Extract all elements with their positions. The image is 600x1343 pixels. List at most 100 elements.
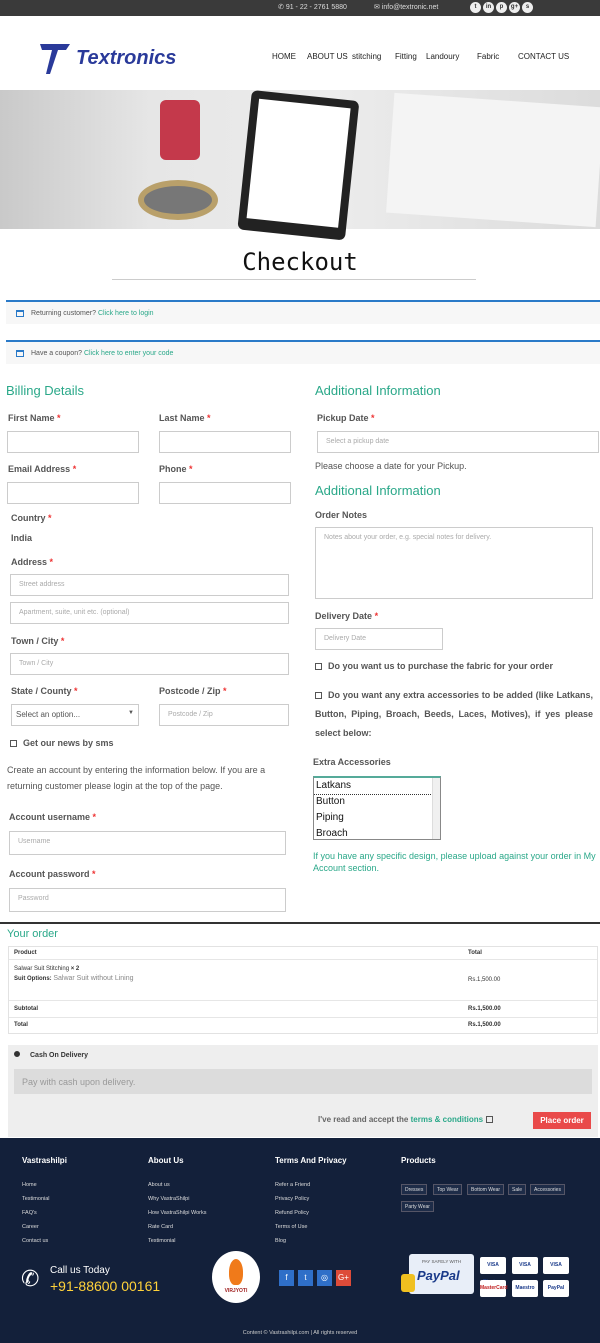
logo-text[interactable]: Textronics: [76, 47, 176, 70]
nav-contact-us[interactable]: CONTACT US: [518, 52, 569, 61]
product-tag[interactable]: Top Wear: [433, 1184, 463, 1195]
password-label: Account password *: [9, 869, 96, 879]
password-input[interactable]: Password: [9, 888, 286, 912]
extra-accessories-listbox[interactable]: Latkans Button Piping Broach: [313, 776, 441, 840]
notice-icon: [16, 350, 24, 357]
hero-measuring-tape: [138, 180, 218, 220]
login-link[interactable]: Click here to login: [98, 310, 154, 317]
listbox-option[interactable]: Broach: [314, 826, 440, 839]
email-label: Email Address *: [8, 464, 77, 474]
terms-link[interactable]: terms & conditions: [411, 1115, 483, 1124]
upload-note: If you have any specific design, please …: [313, 851, 596, 873]
terms-row: I've read and accept the terms & conditi…: [318, 1115, 494, 1124]
footer-link[interactable]: Refund Policy: [275, 1210, 309, 1216]
footer-link[interactable]: Contact us: [22, 1238, 48, 1244]
fabric-checkbox[interactable]: [315, 663, 322, 671]
country-value: India: [11, 533, 33, 543]
email-text[interactable]: ✉ info@textronic.net: [374, 3, 438, 11]
state-select[interactable]: Select an option... ▼: [11, 704, 139, 726]
nav-stitching[interactable]: stitching: [352, 52, 381, 61]
footer-link[interactable]: Testimonial: [148, 1238, 176, 1244]
nav-about-us[interactable]: ABOUT US: [307, 52, 348, 61]
terms-checkbox[interactable]: [486, 1116, 494, 1124]
footer-link[interactable]: Blog: [275, 1238, 286, 1244]
logo-icon[interactable]: [38, 42, 72, 76]
footer-col-terms-title: Terms And Privacy: [275, 1156, 347, 1165]
footer-link[interactable]: Terms of Use: [275, 1224, 307, 1230]
visa-card: VISA: [512, 1257, 538, 1274]
news-sms-row[interactable]: Get our news by sms: [10, 738, 114, 748]
paypal-card: PayPal: [543, 1280, 569, 1297]
footer-link[interactable]: Home: [22, 1182, 37, 1188]
instagram-icon[interactable]: ◎: [317, 1270, 332, 1286]
nav-landoury[interactable]: Landoury: [426, 52, 459, 61]
linkedin-icon[interactable]: in: [483, 2, 494, 13]
title-underline: [112, 279, 476, 280]
phone-input[interactable]: [159, 482, 291, 504]
twitter-icon[interactable]: t: [298, 1270, 313, 1286]
first-name-input[interactable]: [7, 431, 139, 453]
cod-option[interactable]: Cash On Delivery: [14, 1051, 88, 1059]
product-tag[interactable]: Bottom Wear: [467, 1184, 505, 1195]
postcode-label: Postcode / Zip *: [159, 686, 227, 696]
listbox-option[interactable]: Button: [314, 794, 440, 810]
product-tag[interactable]: Sale: [508, 1184, 527, 1195]
fabric-purchase-row[interactable]: Do you want us to purchase the fabric fo…: [315, 661, 553, 671]
pinterest-icon[interactable]: p: [496, 2, 507, 13]
footer-link[interactable]: Refer a Friend: [275, 1182, 310, 1188]
listbox-option[interactable]: Piping: [314, 810, 440, 826]
accessories-checkbox[interactable]: [315, 692, 322, 700]
footer-link[interactable]: Privacy Policy: [275, 1196, 309, 1202]
town-input[interactable]: Town / City: [10, 653, 289, 675]
accessories-row[interactable]: Do you want any extra accessories to be …: [315, 686, 593, 743]
footer-link[interactable]: Career: [22, 1224, 39, 1230]
phone-text: ✆ 91 - 22 - 2761 5880: [278, 4, 347, 11]
product-tag[interactable]: Dresses: [401, 1184, 428, 1195]
footer-link[interactable]: FAQ's: [22, 1210, 37, 1216]
pickup-label: Pickup Date *: [317, 413, 375, 423]
postcode-input[interactable]: Postcode / Zip: [159, 704, 289, 726]
listbox-option[interactable]: Latkans: [314, 778, 440, 795]
call-number[interactable]: +91-88600 00161: [50, 1278, 160, 1294]
nav-home[interactable]: HOME: [272, 52, 296, 61]
maestro-card: Maestro: [512, 1280, 538, 1297]
order-notes-textarea[interactable]: Notes about your order, e.g. special not…: [315, 527, 593, 599]
email-input[interactable]: [7, 482, 139, 504]
cod-radio[interactable]: [14, 1051, 20, 1057]
lock-icon: [401, 1274, 415, 1292]
address-label: Address *: [11, 557, 54, 567]
place-order-button[interactable]: Place order: [533, 1112, 591, 1129]
nav-fabric[interactable]: Fabric: [477, 52, 499, 61]
footer-link[interactable]: About us: [148, 1182, 170, 1188]
product-tag[interactable]: Accessories: [530, 1184, 565, 1195]
footer-link[interactable]: How VastraShilpi Works: [148, 1210, 206, 1216]
pickup-date-input[interactable]: Select a pickup date: [317, 431, 599, 453]
coupon-notice: Have a coupon? Click here to enter your …: [6, 340, 600, 364]
page-title: Checkout: [242, 248, 358, 276]
twitter-icon[interactable]: t: [470, 2, 481, 13]
hero-tablet: [237, 90, 360, 241]
order-subtotal-row: Subtotal Rs.1,500.00: [9, 1001, 597, 1018]
footer-link[interactable]: Rate Card: [148, 1224, 173, 1230]
skype-icon[interactable]: s: [522, 2, 533, 13]
nav-fitting[interactable]: Fitting: [395, 52, 417, 61]
news-sms-checkbox[interactable]: [10, 740, 17, 748]
googleplus-icon[interactable]: g+: [509, 2, 520, 13]
googleplus-icon[interactable]: G+: [336, 1270, 351, 1286]
product-tag[interactable]: Party Wear: [401, 1201, 434, 1212]
apartment-input[interactable]: Apartment, suite, unit etc. (optional): [10, 602, 289, 624]
footer-link[interactable]: Why VastraShilpi: [148, 1196, 189, 1202]
footer-col-vastrashilpi-title: Vastrashilpi: [22, 1156, 67, 1165]
street-address-input[interactable]: Street address: [10, 574, 289, 596]
mastercard-card: MasterCard: [480, 1280, 508, 1297]
facebook-icon[interactable]: f: [279, 1270, 294, 1286]
notice-icon: [16, 310, 24, 317]
extra-accessories-label: Extra Accessories: [313, 757, 391, 767]
section-separator: [0, 922, 600, 924]
last-name-input[interactable]: [159, 431, 291, 453]
coupon-link[interactable]: Click here to enter your code: [84, 350, 174, 357]
username-input[interactable]: Username: [9, 831, 286, 855]
footer-link[interactable]: Testimonial: [22, 1196, 50, 1202]
listbox-scrollbar[interactable]: [432, 778, 440, 839]
delivery-date-input[interactable]: Delivery Date: [315, 628, 443, 650]
